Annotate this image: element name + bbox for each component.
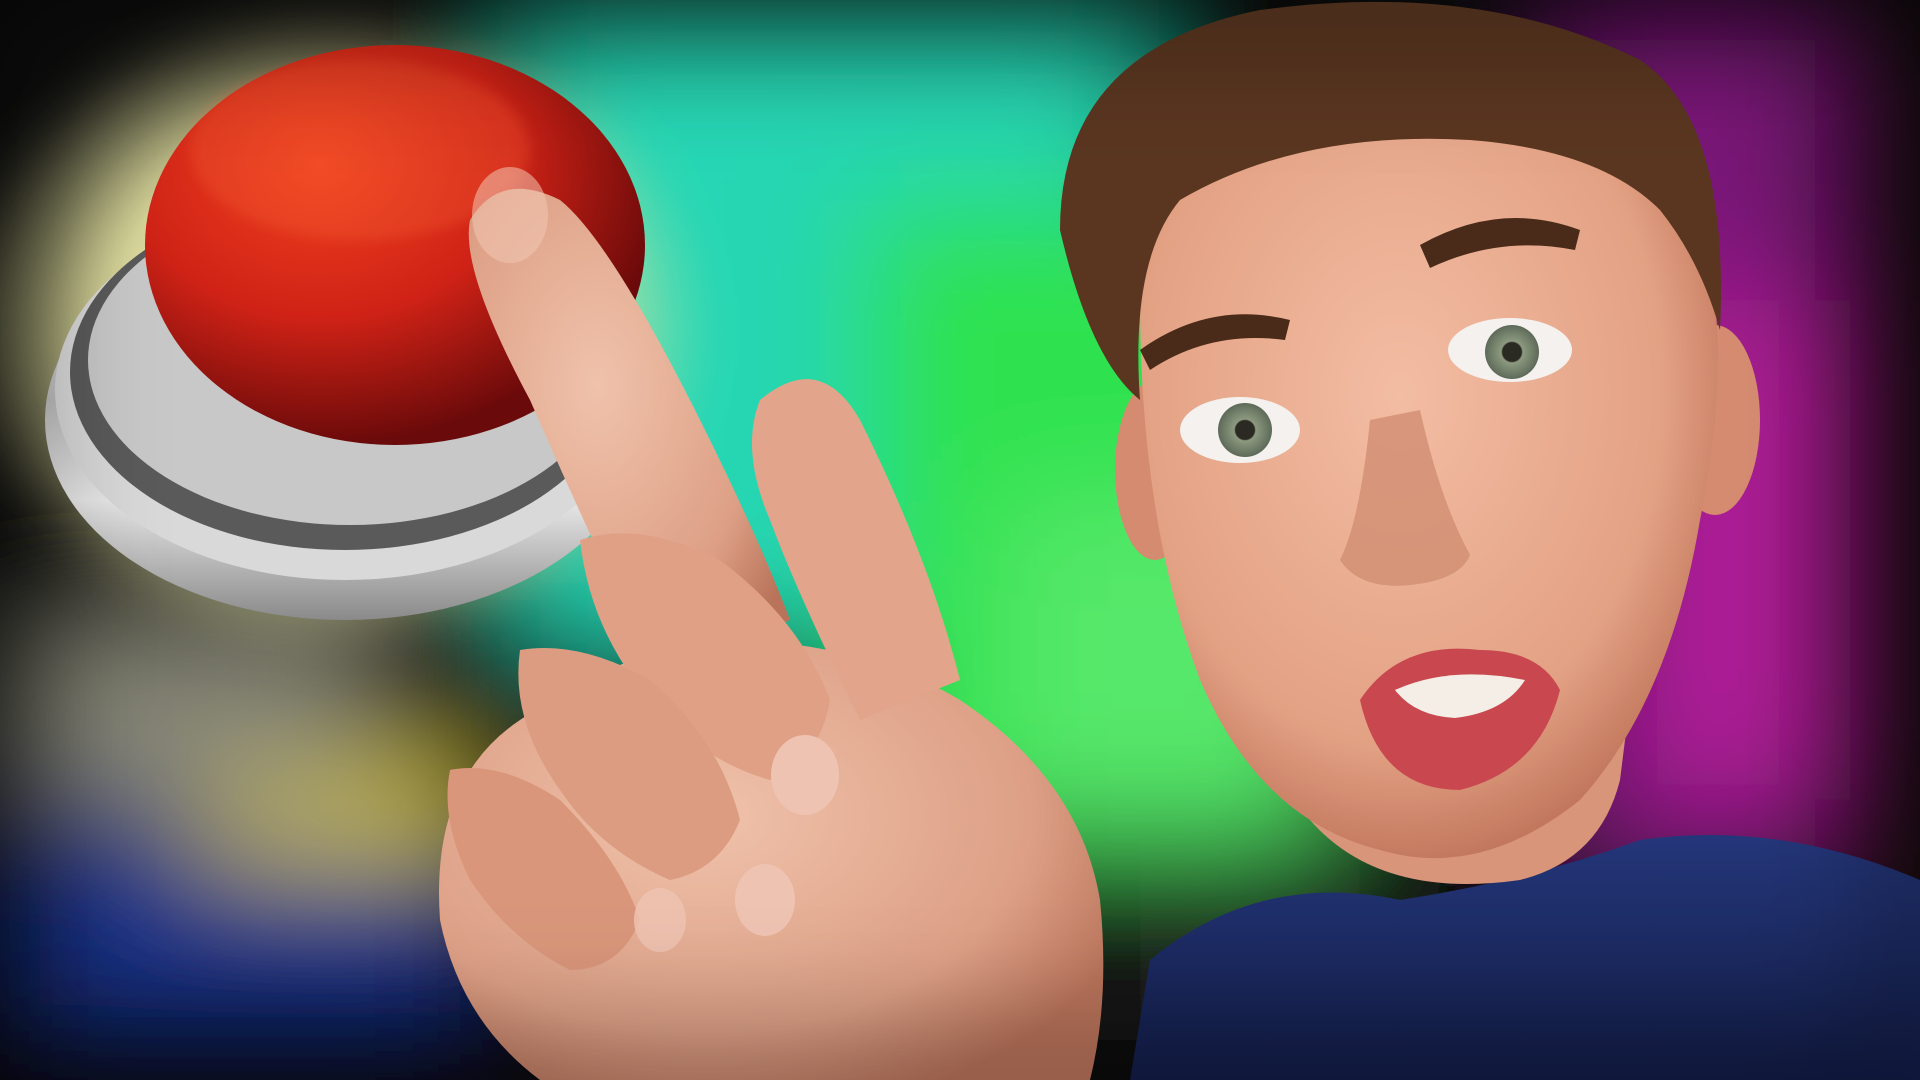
thumbnail-scene [0, 0, 1920, 1080]
thumbnail-artwork [0, 0, 1920, 1080]
